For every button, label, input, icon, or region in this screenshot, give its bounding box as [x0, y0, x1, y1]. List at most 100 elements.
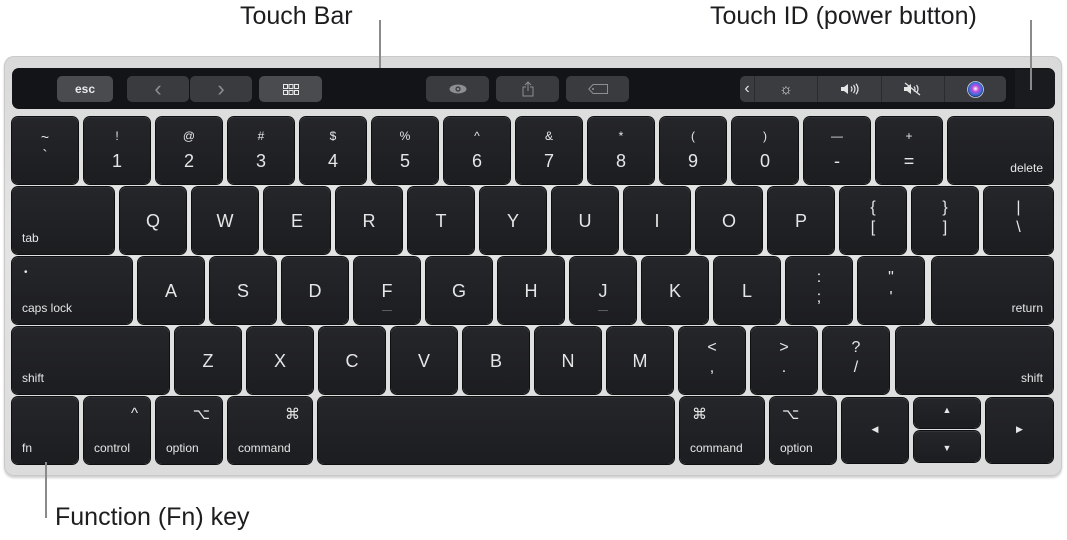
touch-bar-esc-button[interactable]: esc [57, 76, 113, 102]
key-letter-home-0[interactable]: A [138, 257, 204, 324]
key-number-3[interactable]: #3 [228, 117, 294, 184]
key-bracket-2[interactable]: | \ [984, 187, 1053, 254]
key-letter-8[interactable]: O [696, 187, 762, 254]
key-number-4[interactable]: $4 [300, 117, 366, 184]
key-letter-1[interactable]: W [192, 187, 258, 254]
key-return[interactable]: return [932, 257, 1053, 324]
key-letter-bottom-4[interactable]: B [463, 327, 529, 394]
caps-lock-indicator: • [24, 267, 28, 278]
key-label: control [94, 441, 131, 455]
tag-icon [587, 84, 608, 94]
key-tab[interactable]: tab [12, 187, 114, 254]
key-number-2[interactable]: @2 [156, 117, 222, 184]
key-shift-label: @ [182, 129, 196, 143]
touch-bar-back-button[interactable]: ‹ [127, 76, 189, 102]
key-shift-right[interactable]: shift [896, 327, 1053, 394]
key-bracket-0[interactable]: {[ [840, 187, 906, 254]
key-letter-3[interactable]: R [336, 187, 402, 254]
command-symbol-icon: ⌘ [692, 406, 707, 423]
key-shift-label: ? [851, 339, 861, 356]
key-letter-5[interactable]: Y [480, 187, 546, 254]
key-letter-9[interactable]: P [768, 187, 834, 254]
key-primary-label: 9 [687, 151, 698, 171]
key-shift-left[interactable]: shift [12, 327, 169, 394]
key-control[interactable]: ^ control [84, 397, 150, 464]
key-shift-label: ~ [40, 129, 50, 145]
key-primary-label: \ [1016, 219, 1021, 236]
key-number-8[interactable]: * 8 [588, 117, 654, 184]
key-number-11[interactable]: — - [804, 117, 870, 184]
key-arrow-right[interactable]: ▶ [986, 398, 1053, 463]
key-arrow-up[interactable]: ▲ [914, 398, 980, 428]
key-letter-home-3[interactable]: F [354, 257, 420, 324]
key-number-12[interactable]: + = [876, 117, 942, 184]
touch-bar-brightness-button[interactable]: ☼ [755, 76, 817, 102]
key-label: return [1011, 301, 1043, 315]
touch-bar-quick-look-button[interactable] [426, 76, 489, 102]
key-letter-home-5[interactable]: H [498, 257, 564, 324]
key-label: option [780, 441, 813, 455]
key-shift-label: — [831, 129, 843, 143]
key-letter-4[interactable]: T [408, 187, 474, 254]
touch-bar-mission-control-button[interactable] [259, 76, 322, 102]
key-letter-home-7[interactable]: K [642, 257, 708, 324]
touch-bar-share-button[interactable] [496, 76, 559, 102]
key-letter-bottom-2[interactable]: C [319, 327, 385, 394]
key-letter-bottom-1[interactable]: X [247, 327, 313, 394]
arrow-left-icon: ◀ [871, 424, 879, 434]
key-caps-lock[interactable]: • caps lock [12, 257, 132, 324]
key-option-right[interactable]: ⌥ option [770, 397, 836, 464]
key-bracket-1[interactable]: }] [912, 187, 978, 254]
key-number-5[interactable]: % 5 [372, 117, 438, 184]
key-arrow-left[interactable]: ◀ [842, 398, 908, 463]
key-letter-home-4[interactable]: G [426, 257, 492, 324]
touch-bar-tag-button[interactable] [566, 76, 629, 102]
key-letter-bottom-5[interactable]: N [535, 327, 601, 394]
key-arrow-down[interactable]: ▼ [914, 431, 980, 462]
touch-bar-expand-button[interactable]: ‹ [740, 76, 754, 102]
key-primary-label: 8 [615, 151, 626, 171]
key-number-0[interactable]: ~ ` [12, 117, 78, 184]
key-primary-label: I [654, 211, 660, 231]
key-primary-label: X [273, 351, 286, 371]
touch-bar-control-strip[interactable]: ‹ ☼ [740, 76, 1006, 102]
key-letter-home-2[interactable]: D [282, 257, 348, 324]
key-punct-home-1[interactable]: " ' [858, 257, 924, 324]
key-punct-bottom-1[interactable]: >. [751, 327, 817, 394]
key-command-right[interactable]: ⌘ command [680, 397, 764, 464]
key-number-9[interactable]: (9 [660, 117, 726, 184]
fn-key-leader [45, 462, 47, 518]
key-punct-bottom-2[interactable]: ? / [823, 327, 889, 394]
touch-id-power-button[interactable] [1015, 69, 1055, 108]
key-letter-home-8[interactable]: L [714, 257, 780, 324]
key-label: command [238, 441, 291, 455]
home-row-bump [598, 310, 608, 311]
key-letter-bottom-0[interactable]: Z [175, 327, 241, 394]
key-number-1[interactable]: ! 1 [84, 117, 150, 184]
key-letter-bottom-6[interactable]: M [607, 327, 673, 394]
key-fn[interactable]: fn [12, 397, 78, 464]
key-letter-home-1[interactable]: S [210, 257, 276, 324]
key-letter-bottom-3[interactable]: V [391, 327, 457, 394]
key-option-left[interactable]: ⌥ option [156, 397, 222, 464]
key-primary-label: . [781, 359, 787, 376]
key-punct-bottom-0[interactable]: <, [679, 327, 745, 394]
key-letter-0[interactable]: Q [120, 187, 186, 254]
touch-bar-forward-button[interactable]: › [190, 76, 252, 102]
key-number-7[interactable]: & 7 [516, 117, 582, 184]
touch-bar-mute-button[interactable] [882, 76, 944, 102]
touch-bar-volume-button[interactable] [818, 76, 881, 102]
key-space[interactable] [318, 397, 674, 464]
touch-id-leader [1030, 20, 1032, 90]
key-letter-2[interactable]: E [264, 187, 330, 254]
key-punct-home-0[interactable]: :; [786, 257, 852, 324]
key-primary-label: M [632, 351, 648, 371]
key-letter-home-6[interactable]: J [570, 257, 636, 324]
key-letter-7[interactable]: I [624, 187, 690, 254]
key-number-6[interactable]: ^ 6 [444, 117, 510, 184]
key-command-left[interactable]: ⌘ command [228, 397, 312, 464]
key-number-10[interactable]: ) 0 [732, 117, 798, 184]
key-letter-6[interactable]: U [552, 187, 618, 254]
touch-bar-siri-button[interactable] [945, 76, 1006, 102]
key-delete[interactable]: delete [948, 117, 1053, 184]
